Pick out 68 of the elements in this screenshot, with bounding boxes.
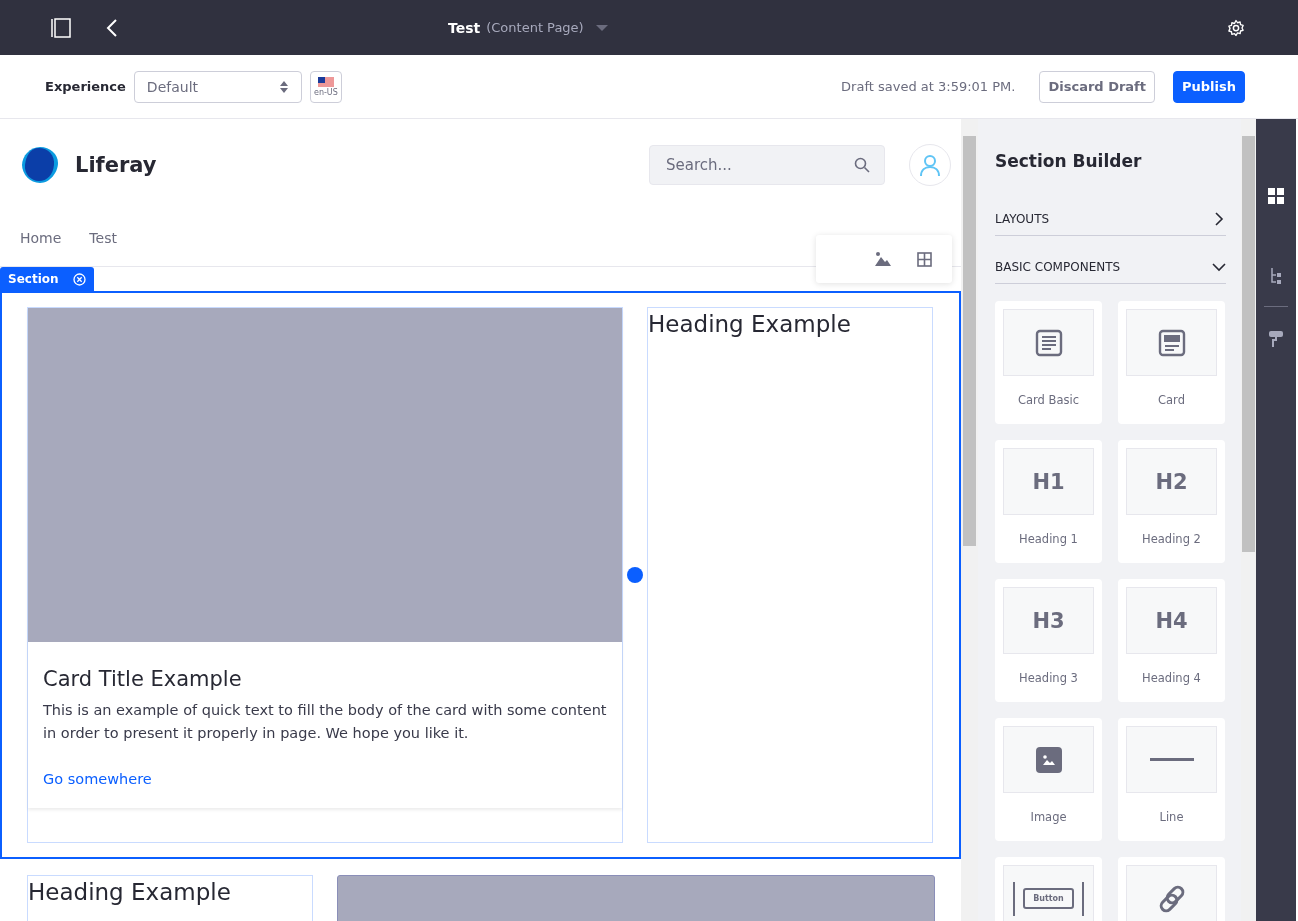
- heading-text: Heading Example: [28, 878, 232, 907]
- heading-text: Heading Example: [648, 310, 852, 339]
- component-label: Heading 1: [1019, 532, 1078, 546]
- divider-mark: [1013, 881, 1016, 916]
- page-title: Test: [448, 19, 481, 36]
- page-type: (Content Page): [486, 20, 584, 35]
- discard-button[interactable]: Discard Draft: [1039, 70, 1155, 103]
- heading-glyph: H4: [1155, 608, 1188, 633]
- component-card[interactable]: Line: [1118, 718, 1225, 841]
- back-icon[interactable]: [106, 17, 118, 38]
- panel-title: Section Builder: [995, 150, 1143, 173]
- nav-link[interactable]: Test: [89, 230, 117, 246]
- chevron-down-icon: [1212, 260, 1226, 274]
- panel-section-header[interactable]: LAYOUTS: [995, 203, 1226, 236]
- experience-label: Experience: [45, 79, 126, 94]
- logo-icon: [20, 144, 60, 185]
- paint-roller-icon[interactable]: [1269, 331, 1283, 347]
- component-label: Heading 2: [1142, 532, 1201, 546]
- component-card[interactable]: Card: [1118, 301, 1225, 424]
- section-tag[interactable]: Section: [0, 267, 94, 291]
- component-card[interactable]: Image: [995, 718, 1102, 841]
- component-card[interactable]: H2 Heading 2: [1118, 440, 1225, 563]
- component-card[interactable]: Card Basic: [995, 301, 1102, 424]
- heading-glyph: H2: [1155, 469, 1188, 494]
- component-label: Card: [1158, 393, 1185, 407]
- sidebar-toggle-icon[interactable]: [50, 17, 72, 38]
- panel-section-header[interactable]: BASIC COMPONENTS: [995, 251, 1226, 284]
- heading-glyph: H3: [1032, 608, 1065, 633]
- component-card[interactable]: H1 Heading 1: [995, 440, 1102, 563]
- sort-arrows-icon: [278, 79, 289, 94]
- component-card[interactable]: H4 Heading 4: [1118, 579, 1225, 702]
- flag-icon: [317, 76, 334, 88]
- image-card-icon: [1157, 328, 1186, 357]
- locale-button[interactable]: en-US: [309, 70, 342, 103]
- resize-handle[interactable]: [627, 567, 643, 583]
- nav-link[interactable]: Home: [20, 230, 62, 246]
- button-glyph: Button: [1023, 888, 1074, 909]
- settings-icon[interactable]: [1227, 18, 1245, 37]
- component-card[interactable]: Button: [995, 857, 1102, 921]
- component-label: Line: [1159, 810, 1184, 824]
- search-field[interactable]: Search...: [649, 144, 885, 185]
- text-card-icon: [1034, 328, 1063, 357]
- chevron-right-icon: [1212, 212, 1226, 226]
- component-label: Image: [1030, 810, 1067, 824]
- site-name: Liferay: [75, 152, 157, 177]
- tree-icon[interactable]: [1270, 268, 1282, 284]
- card-link[interactable]: Go somewhere: [43, 771, 607, 787]
- component-label: Card Basic: [1018, 393, 1079, 407]
- publish-button[interactable]: Publish: [1173, 70, 1245, 103]
- component-label: Heading 3: [1019, 671, 1078, 685]
- heading-glyph: H1: [1032, 469, 1065, 494]
- grid-icon[interactable]: [1268, 188, 1284, 204]
- image-icon: [1034, 745, 1063, 774]
- component-card[interactable]: H3 Heading 3: [995, 579, 1102, 702]
- grid-icon[interactable]: [917, 251, 932, 267]
- component-label: Heading 4: [1142, 671, 1201, 685]
- image-icon[interactable]: [875, 251, 891, 267]
- caret-icon[interactable]: [595, 23, 608, 32]
- close-icon[interactable]: [72, 272, 86, 286]
- experience-select[interactable]: Default: [133, 70, 302, 103]
- card-title: Card Title Example: [43, 667, 243, 691]
- divider-mark: [1081, 881, 1084, 916]
- scrollbar[interactable]: [961, 119, 978, 921]
- card-text: This is an example of quick text to fill the body of the card with some content in order to present it properly in page. We hope you like it.: [43, 701, 607, 743]
- line-icon: [1149, 757, 1194, 762]
- search-icon[interactable]: [854, 156, 870, 173]
- draft-status: Draft saved at 3:59:01 PM.: [841, 79, 1016, 94]
- scrollbar[interactable]: [1241, 119, 1256, 921]
